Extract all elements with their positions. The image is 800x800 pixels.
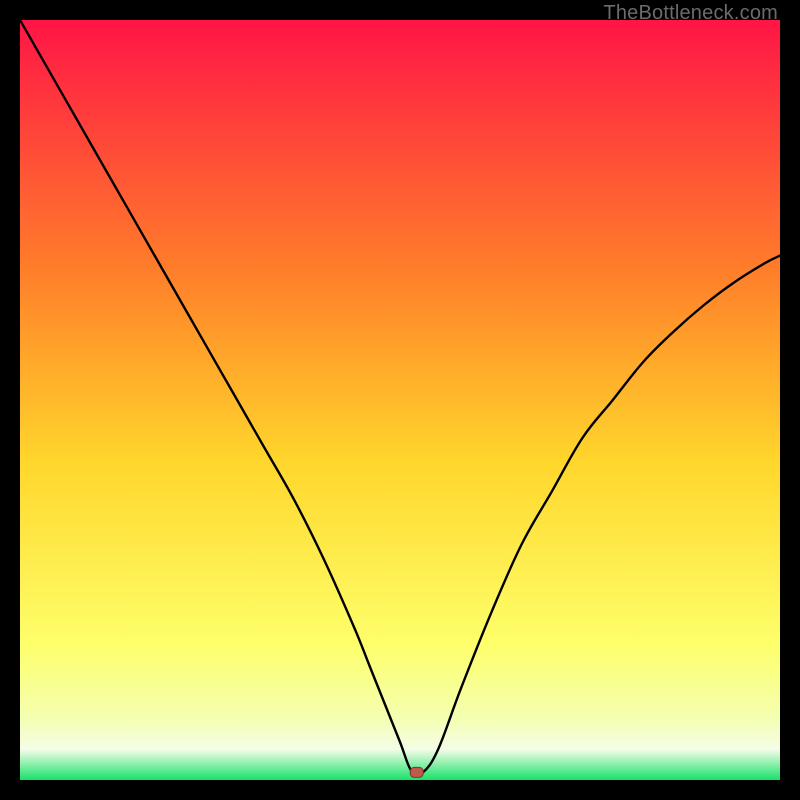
- chart-frame: TheBottleneck.com: [0, 0, 800, 800]
- plot-area: [20, 20, 780, 780]
- chart-svg: [20, 20, 780, 780]
- gradient-background: [20, 20, 780, 780]
- optimum-marker: [410, 767, 423, 777]
